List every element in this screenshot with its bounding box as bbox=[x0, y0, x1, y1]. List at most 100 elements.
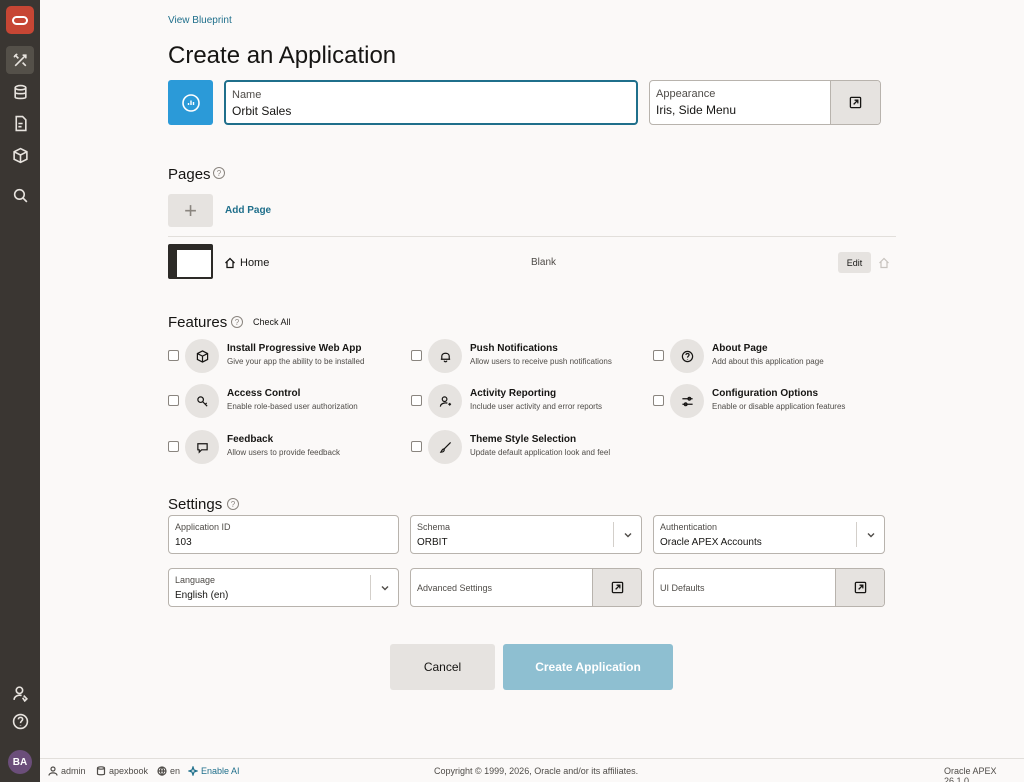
feature-checkbox[interactable] bbox=[411, 350, 422, 361]
team-development-icon[interactable] bbox=[6, 109, 34, 137]
database-icon bbox=[96, 766, 106, 776]
version: Oracle APEX 26.1.0 bbox=[944, 766, 997, 782]
help-icon[interactable] bbox=[6, 707, 34, 735]
feature-title: About Page bbox=[712, 343, 768, 354]
user-avatar[interactable]: BA bbox=[8, 750, 32, 774]
app-icon-glyph bbox=[181, 93, 200, 112]
add-page-link[interactable]: Add Page bbox=[225, 205, 271, 216]
home-icon bbox=[225, 257, 235, 269]
footer-workspace[interactable]: apexbook bbox=[96, 766, 148, 776]
enable-ai-link[interactable]: Enable AI bbox=[188, 766, 240, 776]
application-id-value[interactable]: 103 bbox=[175, 537, 192, 548]
feature-desc: Give your app the ability to be installe… bbox=[227, 357, 365, 366]
feature-pwa: Install Progressive Web App Give your ap… bbox=[168, 339, 403, 375]
feature-checkbox[interactable] bbox=[168, 395, 179, 406]
check-all-link[interactable]: Check All bbox=[253, 317, 291, 327]
feature-configuration: Configuration Options Enable or disable … bbox=[653, 384, 888, 420]
language-select[interactable]: Language English (en) bbox=[168, 568, 399, 607]
feature-title: Push Notifications bbox=[470, 343, 558, 354]
appearance-value: Iris, Side Menu bbox=[656, 103, 737, 117]
brush-icon bbox=[428, 430, 462, 464]
footer-user[interactable]: admin bbox=[48, 766, 86, 776]
feature-title: Access Control bbox=[227, 388, 301, 399]
app-builder-icon[interactable] bbox=[6, 46, 34, 74]
feature-desc: Update default application look and feel bbox=[470, 448, 611, 457]
authentication-value: Oracle APEX Accounts bbox=[660, 537, 762, 548]
advanced-settings-button[interactable] bbox=[592, 569, 641, 606]
globe-icon bbox=[157, 766, 167, 776]
feature-checkbox[interactable] bbox=[168, 441, 179, 452]
feature-title: Configuration Options bbox=[712, 388, 819, 399]
ui-defaults-label: UI Defaults bbox=[660, 583, 705, 593]
chevron-down-icon bbox=[856, 522, 884, 547]
page-thumbnail bbox=[168, 244, 213, 279]
feature-desc: Include user activity and error reports bbox=[470, 402, 603, 411]
feature-title: Install Progressive Web App bbox=[227, 343, 362, 354]
page-title: Create an Application bbox=[168, 42, 397, 69]
set-home-icon[interactable] bbox=[878, 256, 890, 269]
feature-title: Theme Style Selection bbox=[470, 434, 577, 445]
sliders-icon bbox=[670, 384, 704, 418]
search-icon[interactable] bbox=[6, 181, 34, 209]
pages-divider bbox=[168, 236, 896, 237]
language-value: English (en) bbox=[175, 590, 229, 601]
feature-title: Feedback bbox=[227, 434, 274, 445]
app-icon-picker[interactable] bbox=[168, 80, 213, 125]
authentication-select[interactable]: Authentication Oracle APEX Accounts bbox=[653, 515, 885, 554]
chevron-down-icon bbox=[370, 575, 398, 600]
language-label: Language bbox=[175, 575, 216, 585]
create-application-button[interactable]: Create Application bbox=[503, 644, 673, 690]
question-icon bbox=[670, 339, 704, 373]
advanced-settings-field[interactable]: Advanced Settings bbox=[410, 568, 642, 607]
sidebar: BA bbox=[0, 0, 40, 782]
appearance-popup-button[interactable] bbox=[830, 81, 880, 124]
gallery-cube-icon[interactable] bbox=[6, 141, 34, 169]
popup-icon bbox=[854, 581, 866, 594]
database-icon[interactable] bbox=[6, 78, 34, 106]
feature-desc: Enable role-based user authorization bbox=[227, 402, 358, 411]
settings-help-icon[interactable]: ? bbox=[227, 498, 239, 510]
user-icon bbox=[48, 766, 58, 776]
cancel-button[interactable]: Cancel bbox=[390, 644, 495, 690]
feature-checkbox[interactable] bbox=[411, 395, 422, 406]
pages-help-icon[interactable]: ? bbox=[213, 167, 225, 179]
feature-desc: Allow users to provide feedback bbox=[227, 448, 340, 457]
footer-language-label: en bbox=[170, 766, 181, 776]
application-id-field[interactable]: Application ID 103 bbox=[168, 515, 399, 554]
footer-workspace-label: apexbook bbox=[109, 766, 149, 776]
administration-icon[interactable] bbox=[6, 679, 34, 707]
feature-desc: Enable or disable application features bbox=[712, 402, 846, 411]
feature-checkbox[interactable] bbox=[168, 350, 179, 361]
feature-access-control: Access Control Enable role-based user au… bbox=[168, 384, 403, 420]
oracle-logo[interactable] bbox=[6, 6, 34, 34]
application-id-label: Application ID bbox=[175, 522, 231, 532]
ui-defaults-button[interactable] bbox=[835, 569, 884, 606]
page-name: Home bbox=[240, 257, 270, 269]
footer-language[interactable]: en bbox=[157, 766, 180, 776]
bell-icon bbox=[428, 339, 462, 373]
authentication-label: Authentication bbox=[660, 522, 718, 532]
app-name-field[interactable]: Name Orbit Sales bbox=[224, 80, 638, 125]
app-name-value[interactable]: Orbit Sales bbox=[232, 104, 291, 118]
sparkle-icon bbox=[188, 766, 198, 776]
feature-checkbox[interactable] bbox=[653, 395, 664, 406]
add-page-tile[interactable]: + bbox=[168, 194, 213, 227]
copyright: Copyright © 1999, 2026, Oracle and/or it… bbox=[434, 766, 639, 776]
features-help-icon[interactable]: ? bbox=[231, 316, 243, 328]
feature-checkbox[interactable] bbox=[653, 350, 664, 361]
appearance-field[interactable]: Appearance Iris, Side Menu bbox=[649, 80, 881, 125]
advanced-settings-label: Advanced Settings bbox=[417, 583, 493, 593]
feature-checkbox[interactable] bbox=[411, 441, 422, 452]
view-blueprint-link[interactable]: View Blueprint bbox=[168, 15, 232, 26]
page-row-home: Home bbox=[224, 257, 269, 269]
schema-value: ORBIT bbox=[417, 537, 448, 548]
feature-about: About Page Add about this application pa… bbox=[653, 339, 888, 375]
edit-page-button[interactable]: Edit bbox=[838, 252, 871, 273]
footer: admin apexbook en Enable AI Copyright © … bbox=[40, 758, 1024, 782]
appearance-label: Appearance bbox=[656, 88, 716, 100]
schema-select[interactable]: Schema ORBIT bbox=[410, 515, 642, 554]
ui-defaults-field[interactable]: UI Defaults bbox=[653, 568, 885, 607]
popup-icon bbox=[849, 96, 862, 109]
pages-title: Pages bbox=[168, 166, 211, 183]
feature-desc: Allow users to receive push notification… bbox=[470, 357, 612, 366]
